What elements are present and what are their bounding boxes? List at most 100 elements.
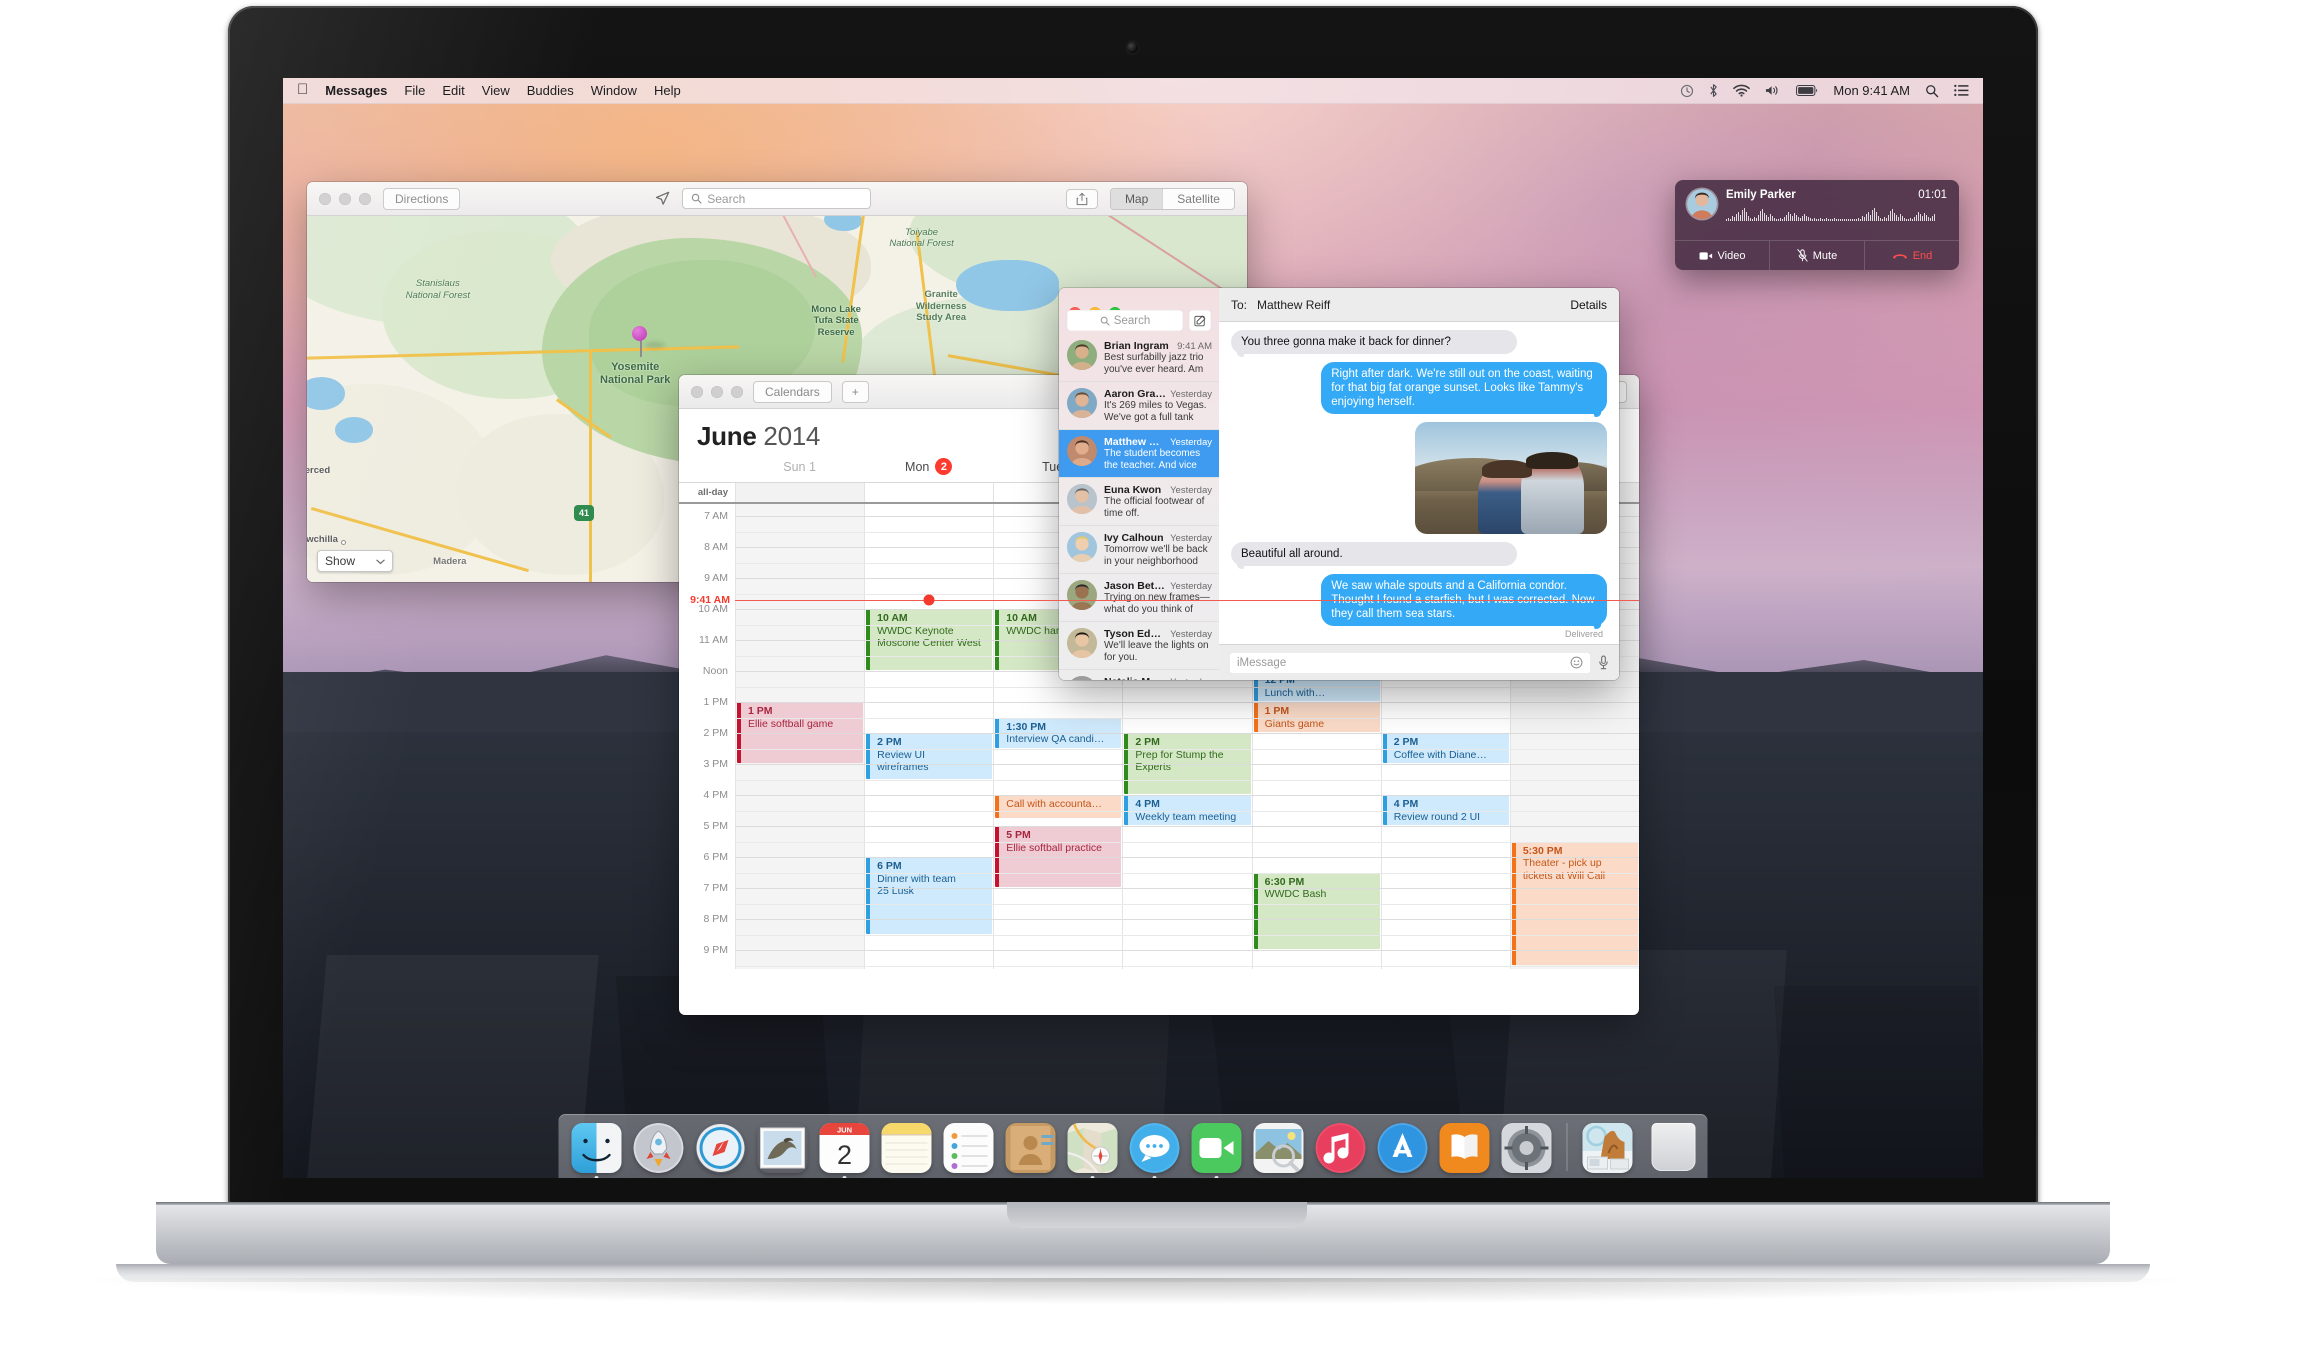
map-label-toiyabe: Toiyabe National Forest: [889, 226, 954, 250]
details-button[interactable]: Details: [1570, 298, 1607, 312]
conversation-list-item[interactable]: Brian Ingram 9:41 AM Best surfabilly jazz …: [1059, 334, 1219, 382]
show-dropdown[interactable]: Show: [317, 550, 393, 572]
calendar-event[interactable]: Call with accounta…: [995, 795, 1122, 818]
menu-help[interactable]: Help: [654, 83, 681, 98]
compose-pencil-icon[interactable]: [1189, 310, 1211, 331]
menu-window[interactable]: Window: [591, 83, 637, 98]
add-event-button[interactable]: +: [841, 380, 869, 403]
calendar-event[interactable]: 6 PM Dinner with team 25 Lusk: [866, 857, 993, 934]
dock-item-trash[interactable]: [1644, 1123, 1696, 1175]
dock-item-launchpad[interactable]: [633, 1123, 685, 1175]
facetime-call-panel[interactable]: Emily Parker 01:01 Video Mute End: [1675, 180, 1959, 270]
dock-item-finder[interactable]: [571, 1123, 623, 1178]
recipient-name[interactable]: Matthew Reiff: [1257, 298, 1330, 312]
wifi-icon[interactable]: [1733, 84, 1751, 97]
avatar: [1067, 340, 1097, 370]
messages-search-input[interactable]: Search: [1067, 310, 1183, 331]
map-pin[interactable]: [632, 325, 648, 341]
maps-window-controls[interactable]: [319, 192, 371, 205]
dock-item-contacts[interactable]: [1005, 1123, 1057, 1175]
dock-item-photos[interactable]: [1253, 1123, 1305, 1175]
menu-bar[interactable]:  Messages File Edit View Buddies Window…: [283, 78, 1983, 104]
notification-center-icon[interactable]: [1954, 84, 1969, 97]
calendars-button[interactable]: Calendars: [753, 380, 832, 403]
conversation-list-item[interactable]: Matthew Reiff Yesterday The student become…: [1059, 430, 1219, 478]
conversation-list-item[interactable]: Jason Bettin… YesterdayTrying on new fram…: [1059, 574, 1219, 622]
menu-buddies[interactable]: Buddies: [527, 83, 574, 98]
location-arrow-icon[interactable]: [655, 191, 670, 206]
event-title: Review UI: [877, 748, 925, 761]
dock-item-mail[interactable]: [757, 1123, 809, 1175]
dock-item-maps[interactable]: [1067, 1123, 1119, 1178]
dock-item-facetime[interactable]: [1191, 1123, 1243, 1178]
allday-cell[interactable]: [735, 483, 865, 502]
message-photo-attachment[interactable]: [1415, 422, 1607, 534]
half-hour-gridline: [735, 934, 1639, 936]
directions-button[interactable]: Directions: [383, 187, 461, 210]
battery-icon[interactable]: [1796, 85, 1818, 96]
message-bubble-received[interactable]: You three gonna make it back for dinner?: [1231, 330, 1517, 354]
dock-item-downloads[interactable]: [1582, 1123, 1634, 1175]
conversation-time: Yesterday: [1170, 389, 1212, 400]
conversation-list-item[interactable]: Aaron Grave… YesterdayIt's 269 miles to V…: [1059, 382, 1219, 430]
messages-window[interactable]: Search Brian Ingram 9:41 AM Best surfabill…: [1059, 288, 1619, 680]
menu-app-name[interactable]: Messages: [325, 83, 387, 98]
menu-edit[interactable]: Edit: [442, 83, 464, 98]
calendar-day-header-0[interactable]: Sun 1: [735, 458, 864, 482]
imessage-input[interactable]: iMessage: [1229, 651, 1591, 674]
dock-item-app-store[interactable]: [1377, 1123, 1429, 1175]
mute-button[interactable]: Mute: [1770, 241, 1865, 270]
dock-item-notes[interactable]: [881, 1123, 933, 1175]
dock-item-ibooks[interactable]: [1439, 1123, 1491, 1175]
bluetooth-icon[interactable]: [1709, 83, 1718, 98]
satellite-view-button[interactable]: Satellite: [1163, 189, 1234, 209]
allday-cell[interactable]: [864, 483, 993, 502]
conversation-list-item[interactable]: Natalia MaricYesterdayOh, I'm on 21st St…: [1059, 670, 1219, 680]
conversation-preview: Trying on new frames—what do you think o…: [1104, 592, 1210, 615]
dock-item-itunes[interactable]: [1315, 1123, 1367, 1175]
call-actions[interactable]: Video Mute End: [1675, 240, 1959, 270]
calendar-day-column-1[interactable]: 10 AM WWDC Keynote Moscone Center West 2 PM…: [864, 504, 993, 969]
time-machine-icon[interactable]: [1680, 84, 1694, 98]
menubar-clock[interactable]: Mon 9:41 AM: [1833, 83, 1910, 98]
conversation-list-item[interactable]: Euna Kwon Yesterday The official footwear …: [1059, 478, 1219, 526]
calendar-month: June: [697, 421, 757, 451]
calendar-day-header-1[interactable]: Mon 2: [864, 458, 993, 482]
conversation-list-item[interactable]: Ivy Calhoun Yesterday Tomorrow we'll be ba…: [1059, 526, 1219, 574]
dock[interactable]: JUN 2: [558, 1114, 1708, 1178]
end-call-button[interactable]: End: [1865, 241, 1959, 270]
conversation-list[interactable]: Brian Ingram 9:41 AM Best surfabilly jazz …: [1059, 334, 1219, 680]
dock-item-system-preferences[interactable]: [1501, 1123, 1553, 1175]
video-button[interactable]: Video: [1675, 241, 1770, 270]
screen:  Messages File Edit View Buddies Window…: [283, 78, 1983, 1178]
calendar-day-column-0[interactable]: 1 PM Ellie softball game: [735, 504, 865, 969]
maps-search-input[interactable]: Search: [682, 188, 872, 209]
dock-item-messages[interactable]: [1129, 1123, 1181, 1178]
event-location: tickets at Will Call: [1522, 869, 1606, 882]
calendar-event[interactable]: 6:30 PM WWDC Bash: [1253, 872, 1380, 950]
apple-logo-icon[interactable]: : [297, 82, 308, 97]
video-label: Video: [1717, 249, 1746, 262]
messages-thread-pane: To: Matthew Reiff Details You three gonn…: [1219, 288, 1619, 680]
conversation-text: Jason Bettin… YesterdayTrying on new fram…: [1104, 580, 1212, 615]
map-view-button[interactable]: Map: [1110, 188, 1164, 209]
smiley-face-icon[interactable]: [1570, 656, 1583, 669]
spotlight-search-icon[interactable]: [1925, 84, 1939, 98]
dock-item-calendar[interactable]: JUN 2: [819, 1123, 871, 1178]
message-bubble-received[interactable]: Beautiful all around.: [1231, 542, 1517, 566]
conversation-name: Brian Ingram: [1104, 340, 1169, 352]
calendar-event[interactable]: 2 PM Review UI wireframes: [866, 733, 993, 779]
volume-icon[interactable]: [1765, 84, 1781, 97]
message-bubble-sent[interactable]: Right after dark. We're still out on the…: [1321, 362, 1607, 414]
dock-item-reminders[interactable]: [943, 1123, 995, 1175]
microphone-icon[interactable]: [1598, 655, 1609, 670]
conversation-list-item[interactable]: Tyson Edwar… YesterdayWe'll leave the lig…: [1059, 622, 1219, 670]
share-icon[interactable]: [1065, 188, 1098, 209]
menu-file[interactable]: File: [404, 83, 425, 98]
dock-item-safari[interactable]: [695, 1123, 747, 1175]
maps-view-toggle[interactable]: Map Satellite: [1109, 187, 1235, 210]
menu-view[interactable]: View: [482, 83, 510, 98]
conversation-preview: Tomorrow we'll be back in your neighborh…: [1104, 544, 1208, 567]
calendar-window-controls[interactable]: [691, 385, 743, 398]
message-thread[interactable]: You three gonna make it back for dinner?…: [1219, 322, 1619, 644]
